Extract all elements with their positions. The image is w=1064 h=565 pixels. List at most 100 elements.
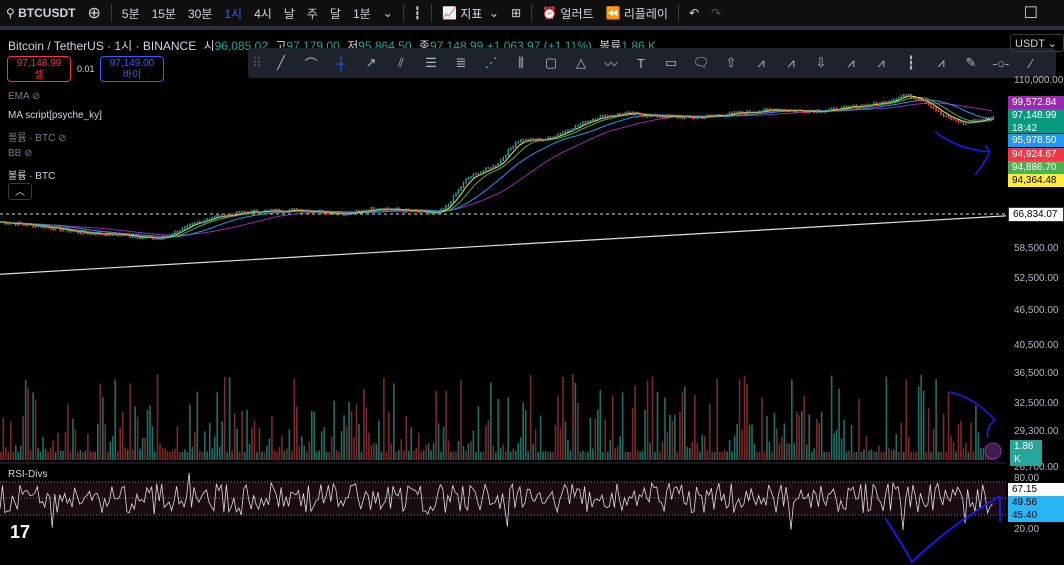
volume-bar bbox=[186, 451, 189, 460]
arrow-up-tool[interactable]: ⇧ bbox=[716, 48, 746, 78]
indicator-bb[interactable]: BB ⊘ bbox=[8, 148, 33, 159]
volume-bar bbox=[840, 438, 843, 460]
volume-bar bbox=[69, 451, 72, 460]
volume-bar bbox=[823, 451, 825, 460]
eye-off-icon[interactable]: ⊘ bbox=[32, 91, 40, 102]
volume-bar bbox=[223, 376, 226, 460]
volume-bar bbox=[345, 425, 348, 460]
volume-bar bbox=[631, 407, 634, 460]
volume-bar bbox=[293, 378, 296, 460]
volume-bar bbox=[703, 435, 706, 460]
currency-select[interactable]: USDT ⌄ bbox=[1010, 34, 1064, 52]
volume-bar bbox=[726, 451, 728, 460]
volume-bar bbox=[813, 448, 816, 460]
eye-off-icon[interactable]: ⊘ bbox=[58, 133, 66, 144]
drag-handle[interactable]: ⠿ bbox=[248, 48, 266, 78]
comment-tool[interactable]: 🗨 bbox=[686, 48, 716, 78]
volume-bar bbox=[126, 449, 129, 460]
volume-bar bbox=[733, 435, 736, 460]
indicator-ma-script[interactable]: MA script[psyche_ky] bbox=[8, 110, 102, 121]
volume-bar bbox=[353, 437, 355, 460]
indicator-volume[interactable]: 볼륨 · BTC bbox=[8, 167, 55, 182]
volume-bar bbox=[355, 404, 358, 460]
volume-bar bbox=[761, 397, 763, 460]
volume-bar bbox=[42, 436, 44, 460]
volume-bar bbox=[194, 431, 196, 460]
elliott-ac-tool[interactable]: ⩘ bbox=[926, 48, 956, 78]
rectangle-tool[interactable]: ▢ bbox=[536, 48, 566, 78]
fullscreen-icon[interactable]: ☐ bbox=[1018, 0, 1044, 26]
volume-bar bbox=[927, 408, 930, 460]
volume-bar bbox=[94, 451, 97, 460]
volume-bar bbox=[97, 423, 99, 460]
volume-bar bbox=[393, 383, 395, 460]
trend-line-tool[interactable]: ╱ bbox=[266, 48, 296, 78]
path-tool[interactable]: 〰 bbox=[596, 48, 626, 78]
brush-tool[interactable]: ✎ bbox=[956, 48, 986, 78]
gann-tool[interactable]: ⫼ bbox=[506, 48, 536, 78]
extended-line-tool[interactable]: ⁄ bbox=[1016, 48, 1046, 78]
fib-tool[interactable]: ≣ bbox=[446, 48, 476, 78]
volume-bar bbox=[723, 449, 726, 460]
volume-bar bbox=[166, 450, 169, 460]
ray-tool[interactable]: ⌒ bbox=[296, 48, 326, 78]
volume-bar bbox=[910, 451, 913, 460]
volume-bar bbox=[793, 443, 796, 460]
volume-bar bbox=[256, 451, 258, 460]
volume-bar bbox=[649, 442, 651, 460]
arrow-tool[interactable]: ↗ bbox=[356, 48, 386, 78]
volume-bar bbox=[258, 428, 261, 460]
volume-bar bbox=[313, 411, 316, 460]
chart-canvas[interactable] bbox=[0, 0, 1006, 565]
volume-bar bbox=[604, 419, 607, 460]
volume-bar bbox=[522, 402, 524, 460]
volume-bar bbox=[746, 383, 748, 460]
volume-bar bbox=[539, 415, 542, 460]
volume-bar bbox=[917, 386, 920, 460]
volume-bar bbox=[940, 451, 942, 460]
buy-button[interactable]: 97,149.00 바이 bbox=[100, 56, 164, 82]
volume-bar bbox=[621, 392, 624, 460]
volume-bar bbox=[559, 428, 562, 460]
pitchfork-tool[interactable]: ⋰ bbox=[476, 48, 506, 78]
volume-bar bbox=[694, 395, 696, 460]
elliott-impulse-tool[interactable]: ⩘ bbox=[746, 48, 776, 78]
volume-bar bbox=[29, 449, 32, 460]
sell-button[interactable]: 97,148.99 셀 bbox=[7, 56, 71, 82]
arrow-down-tool[interactable]: ⇩ bbox=[806, 48, 836, 78]
elliott-wy-tool[interactable]: ⩘ bbox=[866, 48, 896, 78]
volume-bar bbox=[878, 445, 880, 460]
horizontal-ray-tool[interactable]: -○- bbox=[986, 48, 1016, 78]
callout-tool[interactable]: ▭ bbox=[656, 48, 686, 78]
volume-bar bbox=[495, 451, 497, 460]
volume-bar bbox=[343, 415, 345, 460]
triangle-tool[interactable]: △ bbox=[566, 48, 596, 78]
volume-bar bbox=[743, 375, 746, 460]
volume-bar bbox=[164, 448, 166, 460]
volume-bar bbox=[778, 443, 781, 460]
volume-bar bbox=[509, 451, 512, 460]
volume-bar bbox=[121, 411, 124, 460]
volume-bar bbox=[9, 421, 12, 460]
collapse-legend-button[interactable]: ︿ bbox=[8, 183, 32, 200]
volume-bar bbox=[213, 436, 216, 460]
volume-bar bbox=[669, 415, 671, 460]
volume-bar bbox=[39, 451, 42, 460]
price-scale[interactable]: 110,000.00 58,500.00 52,500.00 46,500.00… bbox=[1006, 75, 1064, 565]
elliott-correction-tool[interactable]: ⩘ bbox=[776, 48, 806, 78]
volume-bar bbox=[74, 429, 77, 460]
volume-bar bbox=[34, 399, 37, 460]
indicator-ema[interactable]: EMA ⊘ bbox=[8, 91, 40, 102]
parallel-channel-tool[interactable]: ⫽ bbox=[386, 48, 416, 78]
elliott-wz-tool[interactable]: ⩘ bbox=[836, 48, 866, 78]
text-tool[interactable]: T bbox=[626, 48, 656, 78]
indicator-volume-hidden[interactable]: 볼륨 · BTC ⊘ bbox=[8, 129, 66, 144]
drawing-toolbar: ⠿ ╱ ⌒ ┼ ↗ ⫽ ☰ ≣ ⋰ ⫼ ▢ △ 〰 T ▭ 🗨 ⇧ ⩘ ⩘ ⇩ … bbox=[248, 48, 1056, 78]
volume-bar bbox=[818, 422, 820, 460]
horizontal-lines-tool[interactable]: ☰ bbox=[416, 48, 446, 78]
bars-pattern-tool[interactable]: ┇ bbox=[896, 48, 926, 78]
tradingview-logo: 17 bbox=[10, 522, 31, 542]
eye-off-icon[interactable]: ⊘ bbox=[24, 148, 32, 159]
volume-bar bbox=[803, 396, 806, 460]
crosshair-tool[interactable]: ┼ bbox=[326, 48, 356, 78]
